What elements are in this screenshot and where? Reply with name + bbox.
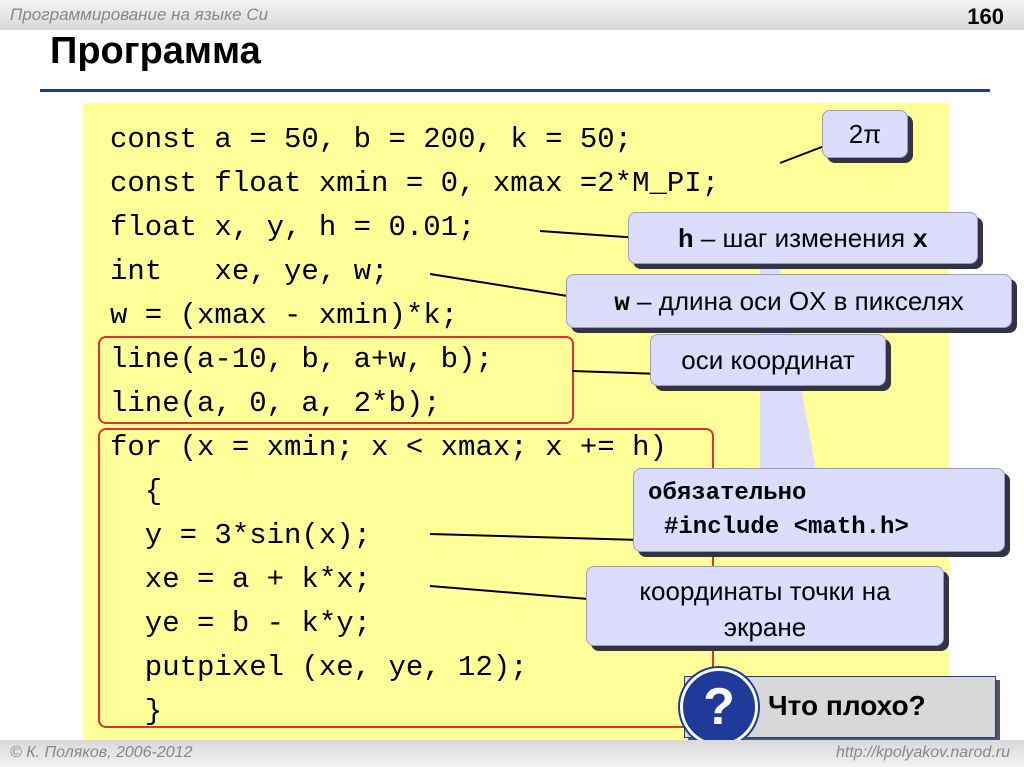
callout-w-var: w	[614, 288, 630, 318]
callout-width-w: w – длина оси OX в пикселях	[566, 274, 1012, 328]
callout-w-text: – длина оси OX в пикселях	[629, 286, 964, 316]
course-title: Программирование на языке Си	[10, 5, 269, 24]
callout-two-pi: 2π	[822, 110, 908, 158]
callout-h-var: h	[678, 225, 694, 255]
code-line: int xe, ye, w;	[110, 255, 389, 288]
callout-coords-line2: экране	[723, 612, 807, 642]
code-line: float x, y, h = 0.01;	[110, 211, 476, 244]
code-line: w = (xmax - xmin)*k;	[110, 299, 459, 332]
code-line: const float xmin = 0, xmax =2*M_PI;	[110, 167, 720, 200]
axes-code-frame	[98, 336, 574, 424]
question-mark-icon: ?	[680, 668, 758, 746]
copyright: © К. Поляков, 2006-2012	[10, 744, 193, 761]
callout-screen-coords: координаты точки на экране	[586, 566, 944, 646]
callout-include-line2: #include <math.h>	[664, 514, 909, 541]
title-underline	[40, 89, 990, 92]
callout-h-x: x	[912, 225, 928, 255]
slide-number: 160	[967, 4, 1004, 29]
slide-title: Программа	[50, 30, 261, 72]
callout-h-text: – шаг изменения	[693, 223, 913, 253]
site-url: http://kpolyakov.narod.ru	[835, 744, 1010, 761]
callout-coords-line1: координаты точки на	[639, 576, 891, 606]
question-text: Что плохо?	[768, 690, 926, 721]
callout-include-line1: обязательно	[648, 480, 807, 507]
code-line: const a = 50, b = 200, k = 50;	[110, 123, 633, 156]
callout-include: обязательно #include <math.h>	[633, 468, 1005, 552]
callout-axes: оси координат	[650, 334, 886, 386]
callout-step-h: h – шаг изменения x	[628, 212, 978, 264]
